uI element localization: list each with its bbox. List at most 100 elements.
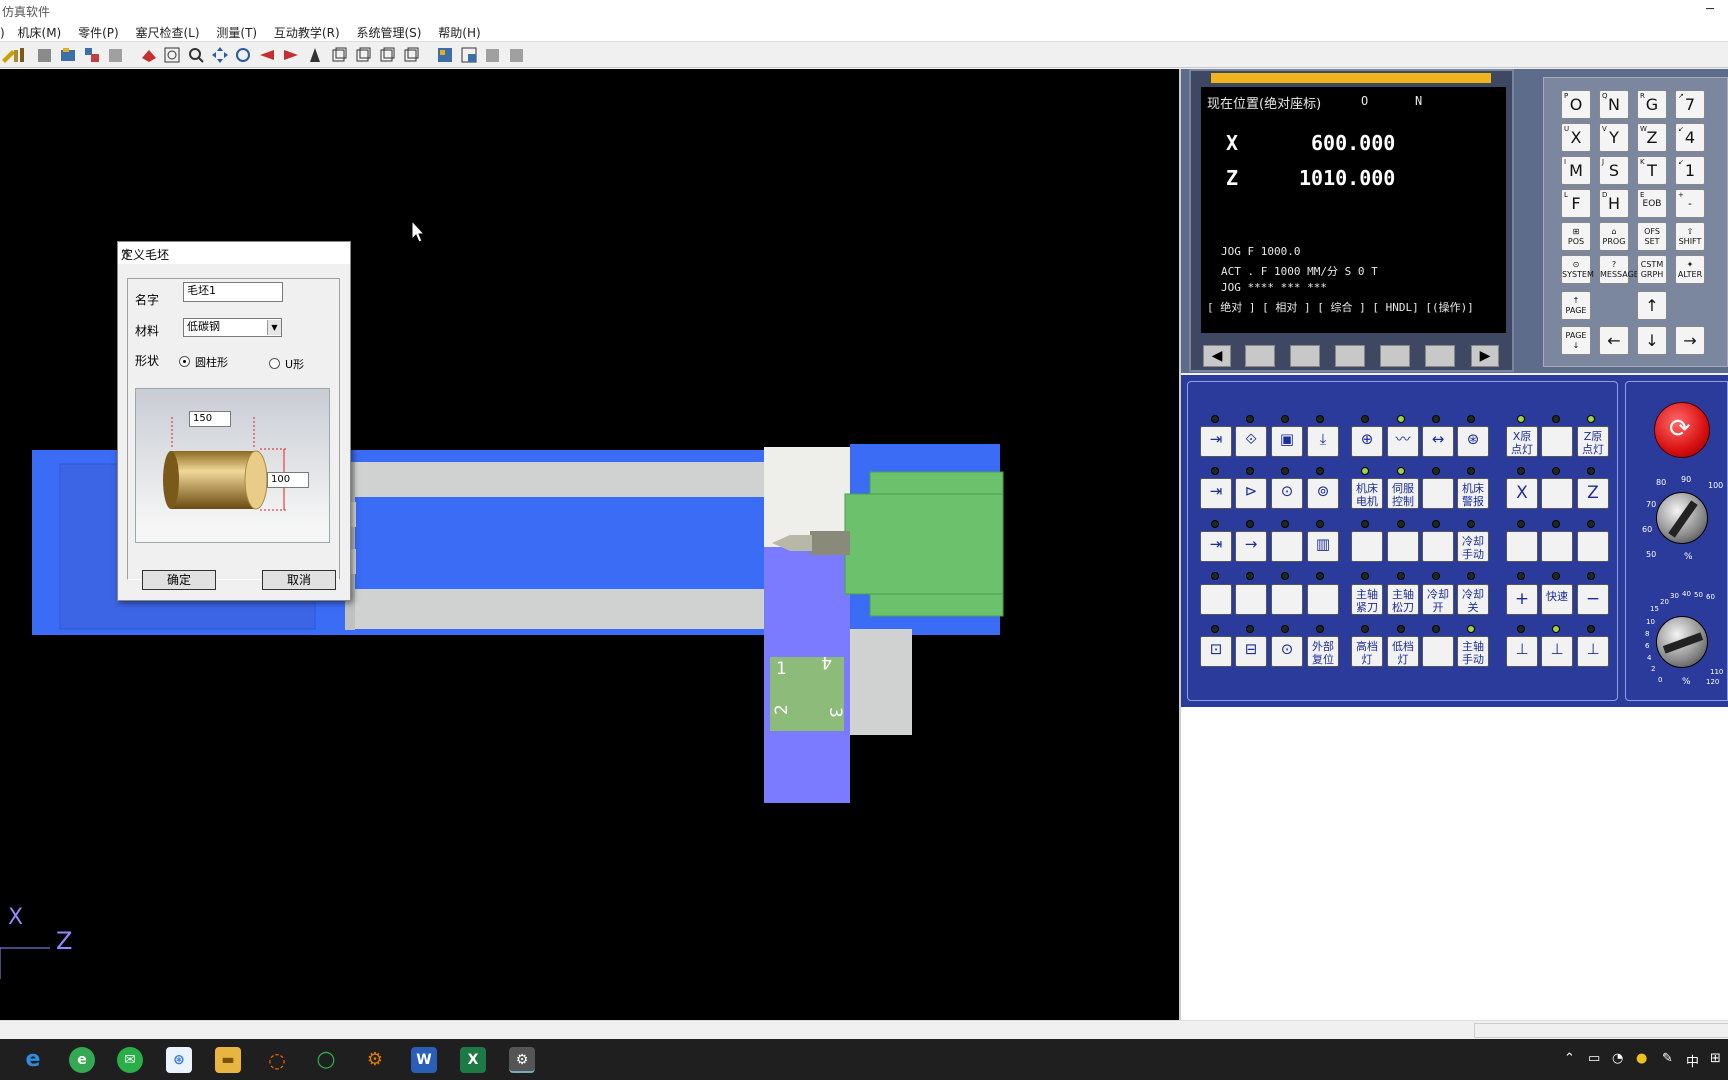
blank-button-r3e[interactable] [1506,531,1538,562]
tool-icon-4[interactable] [59,46,77,64]
blank-button-r2b[interactable] [1541,478,1573,509]
servo-control-button[interactable]: 伺服 控制 [1387,478,1419,509]
key-q-n[interactable]: QN [1599,90,1629,119]
external-reset-button[interactable]: 外部 复位 [1307,636,1339,667]
handwheel-x10-icon[interactable]: ⊥ [1541,636,1573,667]
rotate-icon[interactable] [234,46,252,64]
material-select[interactable]: 低碳钢 ▼ [183,318,282,337]
key-j-s[interactable]: JS [1599,156,1629,185]
mode-jog-icon[interactable]: 〰 [1387,426,1419,457]
menu-part[interactable]: 零件(P) [72,22,126,41]
menu-help[interactable]: 帮助(H) [432,22,487,41]
view-front-icon[interactable] [330,46,348,64]
mode-dnc-icon[interactable]: ⤓ [1307,426,1339,457]
key-v-y[interactable]: VY [1599,123,1629,152]
tray-app-icon[interactable]: ● [1636,1051,1647,1066]
blank-button-r4b[interactable] [1235,584,1267,615]
coolant-on-button[interactable]: 冷却 开 [1422,584,1454,615]
browser-icon[interactable]: e [69,1047,95,1073]
word-icon[interactable]: W [411,1047,437,1073]
softkey-5[interactable] [1425,345,1455,367]
mode-mdi-icon[interactable]: ▣ [1271,426,1303,457]
key-page-up[interactable]: ↑ PAGE [1561,291,1591,320]
softkey-3[interactable] [1335,345,1365,367]
mode-auto-icon[interactable]: ⇥ [1200,426,1232,457]
tray-battery-icon[interactable]: ▭ [1588,1051,1600,1066]
app-orange-icon[interactable]: ◌ [264,1047,290,1073]
view-side-icon[interactable] [402,46,420,64]
blank-button-r4c[interactable] [1271,584,1303,615]
menu-system[interactable]: 系统管理(S) [350,22,428,41]
machine-motor-button[interactable]: 机床 电机 [1351,478,1383,509]
blank-button-r4d[interactable] [1307,584,1339,615]
spindle-stop-icon[interactable]: ⊟ [1235,636,1267,667]
menu-teaching[interactable]: 互动教学(R) [268,22,347,41]
rapid-button[interactable]: 快速 [1541,584,1573,615]
blank-button-r3f[interactable] [1541,531,1573,562]
ime-indicator[interactable]: 中 [1686,1051,1699,1070]
key-page-down[interactable]: PAGE ↓ [1561,326,1591,355]
minimize-button[interactable]: ─ [1706,2,1714,17]
ok-button[interactable]: 确定 [142,570,216,590]
key-ofs-set[interactable]: OFS SET [1637,222,1667,251]
low-gear-button[interactable]: 低档 灯 [1387,636,1419,667]
edge-icon[interactable]: e [20,1047,46,1073]
shape-cylinder-radio[interactable] [179,356,190,367]
x-axis-button[interactable]: X [1506,478,1538,509]
key-alter[interactable]: ✦ ALTER [1675,255,1705,284]
length-input[interactable]: 150 [189,411,231,427]
view-iso-icon[interactable] [378,46,396,64]
machine-alarm-button[interactable]: 机床 警报 [1457,478,1489,509]
dialog-close-icon[interactable]: ✕ [121,246,344,260]
key-r-g[interactable]: RG [1637,90,1667,119]
key-up-icon[interactable]: ↑ [1637,291,1667,320]
spindle-override-dial[interactable] [1656,616,1708,668]
mode-handle-icon[interactable]: ⊛ [1457,426,1489,457]
feed-hold-icon[interactable]: ▥ [1307,531,1339,562]
key-shift[interactable]: ⇧ SHIFT [1675,222,1705,251]
key-e-eob[interactable]: E EOB [1637,189,1667,218]
menu-item-partial[interactable]: ) [0,24,8,40]
key-w-z[interactable]: WZ [1637,123,1667,152]
blank-button-r3g[interactable] [1577,531,1609,562]
tool-icon-gray-1[interactable] [484,46,502,64]
key-7[interactable]: ↗ 7 [1675,90,1705,119]
key-plus-minus[interactable]: + - [1675,189,1705,218]
key-d-h[interactable]: DH [1599,189,1629,218]
key-i-m[interactable]: IM [1561,156,1591,185]
tool-icon-gray-2[interactable] [508,46,526,64]
machine-lock-icon[interactable]: → [1235,531,1267,562]
tool-icon-3[interactable] [36,46,54,64]
control-panel-icon[interactable] [436,46,454,64]
app-gear-icon[interactable]: ⚙ [362,1047,388,1073]
tray-chevron-icon[interactable]: ⌃ [1564,1051,1575,1066]
z-axis-button[interactable]: Z [1577,478,1609,509]
handwheel-x1-icon[interactable]: ⊥ [1506,636,1538,667]
key-4[interactable]: ↙ 4 [1675,123,1705,152]
softkey-4[interactable] [1380,345,1410,367]
high-gear-button[interactable]: 高档 灯 [1351,636,1383,667]
menu-machine[interactable]: 机床(M) [12,22,69,41]
key-system[interactable]: ⊙ SYSTEM [1561,255,1594,284]
key-k-t[interactable]: KT [1637,156,1667,185]
tool-icon-5[interactable] [83,46,101,64]
view-left-icon[interactable] [258,46,276,64]
blank-button-r3d[interactable] [1422,531,1454,562]
tool-icon-2[interactable] [12,46,30,64]
tray-wifi-icon[interactable]: ◔ [1612,1051,1623,1066]
blank-button-r1[interactable] [1541,426,1573,457]
app-icon[interactable]: ⊛ [166,1047,192,1073]
skip-icon[interactable]: ⊳ [1235,478,1267,509]
coolant-manual-button[interactable]: 冷却 手动 [1457,531,1489,562]
tool-icon-6[interactable] [107,46,125,64]
blank-button-r4a[interactable] [1200,584,1232,615]
menu-feeler-check[interactable]: 塞尺检查(L) [130,22,207,41]
spindle-manual-button[interactable]: 主轴 手动 [1457,636,1489,667]
tray-pen-icon[interactable]: ✎ [1662,1051,1673,1066]
blank-button-r3b[interactable] [1351,531,1383,562]
view-right-icon[interactable] [282,46,300,64]
file-explorer-icon[interactable]: ▬ [215,1047,241,1073]
coolant-off-button[interactable]: 冷却 关 [1457,584,1489,615]
softkey-2[interactable] [1290,345,1320,367]
blank-button-r3a[interactable] [1271,531,1303,562]
